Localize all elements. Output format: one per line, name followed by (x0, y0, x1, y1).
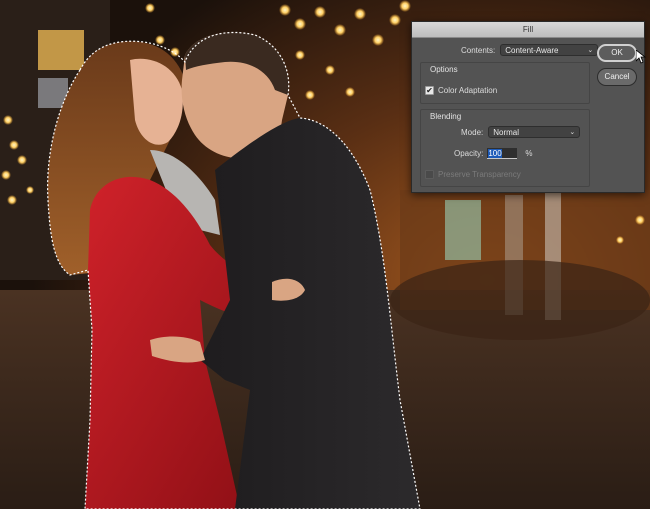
dialog-title[interactable]: Fill (412, 22, 644, 38)
arrow-cursor-icon (636, 50, 646, 64)
mode-value: Normal (493, 128, 520, 137)
contents-select[interactable]: Content-Aware ⌄ (500, 44, 599, 56)
preserve-transparency-label: Preserve Transparency (438, 170, 521, 179)
mode-select[interactable]: Normal ⌄ (488, 126, 581, 138)
opacity-value: 100 (488, 149, 502, 158)
opacity-row: Opacity: 100 % (454, 148, 532, 159)
color-adaptation-row[interactable]: ✔ Color Adaptation (425, 86, 497, 95)
check-icon: ✔ (426, 85, 433, 95)
chevron-down-icon: ⌄ (569, 129, 576, 136)
opacity-label: Opacity: (454, 149, 484, 158)
options-title: Options (430, 65, 458, 74)
contents-value: Content-Aware (505, 46, 559, 55)
fill-dialog: Fill Contents: Content-Aware ⌄ OK Cancel… (411, 21, 645, 193)
chevron-down-icon: ⌄ (587, 47, 594, 54)
mode-row: Mode: Normal ⌄ (461, 126, 581, 138)
contents-label: Contents: (461, 45, 496, 55)
opacity-unit: % (525, 149, 533, 158)
preserve-transparency-row[interactable]: Preserve Transparency (425, 170, 521, 179)
color-adaptation-checkbox[interactable]: ✔ (425, 86, 434, 95)
opacity-input[interactable]: 100 (487, 148, 518, 159)
preserve-transparency-checkbox[interactable] (425, 170, 434, 179)
contents-row: Contents: Content-Aware ⌄ (461, 44, 599, 56)
mode-label: Mode: (461, 127, 484, 137)
ok-button[interactable]: OK (597, 44, 637, 62)
color-adaptation-label: Color Adaptation (438, 86, 498, 95)
blending-title: Blending (430, 112, 462, 121)
cancel-button[interactable]: Cancel (597, 68, 637, 86)
